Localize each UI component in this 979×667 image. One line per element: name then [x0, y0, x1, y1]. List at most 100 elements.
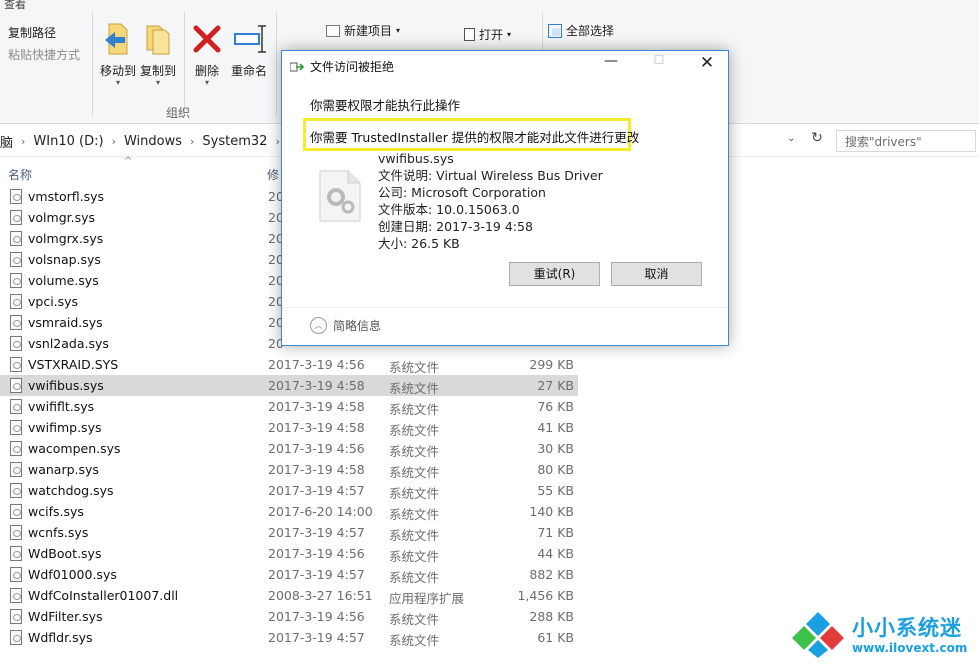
copy-to-button[interactable]: 复制到 ▾	[132, 20, 184, 87]
file-date: 2017-3-19 4:57	[268, 630, 365, 645]
file-row[interactable]: WdfCoInstaller01007.dll2008-3-27 16:51应用…	[0, 585, 578, 606]
file-date: 2017-3-19 4:58	[268, 378, 365, 393]
breadcrumb-chevron-icon[interactable]: ›	[275, 135, 279, 148]
file-date: 2017-3-19 4:57	[268, 483, 365, 498]
copy-to-label: 复制到	[140, 64, 176, 78]
move-to-icon	[101, 20, 135, 58]
dialog-permission-message: 你需要 TrustedInstaller 提供的权限才能对此文件进行更改	[310, 127, 639, 146]
file-name: volmgr.sys	[28, 210, 95, 225]
file-row[interactable]: wacompen.sys2017-3-19 4:56系统文件30 KB	[0, 438, 578, 459]
dropdown-arrow-icon: ▾	[181, 79, 233, 87]
breadcrumb-item[interactable]: WIn10 (D:)	[33, 134, 103, 149]
dropdown-arrow-icon: ▾	[396, 26, 400, 35]
maximize-button[interactable]: ☐	[644, 53, 674, 77]
move-to-label: 移动到	[100, 64, 136, 78]
ribbon-tab-view[interactable]: 查看	[4, 0, 26, 12]
system-file-icon	[10, 588, 22, 603]
open-button[interactable]: 打开 ▾	[464, 26, 511, 43]
file-row[interactable]: vwifibus.sys2017-3-19 4:58系统文件27 KB	[0, 375, 578, 396]
copy-path-button[interactable]: 复制路径	[8, 24, 56, 41]
file-row[interactable]: wanarp.sys2017-3-19 4:58系统文件80 KB	[0, 459, 578, 480]
file-size: 61 KB	[480, 630, 574, 645]
system-file-icon	[10, 252, 22, 267]
system-file-icon	[10, 357, 22, 372]
paste-shortcut-button[interactable]: 粘贴快捷方式	[8, 46, 80, 63]
file-size: 55 KB	[480, 483, 574, 498]
open-label: 打开	[479, 26, 503, 43]
file-date: 2017-6-20 14:00	[268, 504, 373, 519]
minimize-button[interactable]: —	[596, 53, 626, 77]
system-file-icon	[10, 441, 22, 456]
file-row[interactable]: VSTXRAID.SYS2017-3-19 4:56系统文件299 KB	[0, 354, 578, 375]
column-name[interactable]: 名称	[8, 166, 32, 183]
file-row[interactable]: wcnfs.sys2017-3-19 4:57系统文件71 KB	[0, 522, 578, 543]
address-history-chevron-icon[interactable]: ⌄	[787, 133, 795, 144]
file-row[interactable]: Wdfldr.sys2017-3-19 4:57系统文件61 KB	[0, 627, 578, 648]
file-name: vwififlt.sys	[28, 399, 94, 414]
file-date: 2017-3-19 4:58	[268, 420, 365, 435]
search-input[interactable]: 搜索"drivers"	[836, 130, 976, 152]
file-name: wanarp.sys	[28, 462, 99, 477]
brief-info-label: 简略信息	[333, 317, 381, 334]
system-file-icon	[10, 210, 22, 225]
file-name: VSTXRAID.SYS	[28, 357, 118, 372]
close-button[interactable]: ✕	[692, 53, 722, 77]
file-name: WdFilter.sys	[28, 609, 103, 624]
brief-info-toggle[interactable]: ︿ 简略信息	[310, 317, 381, 334]
system-file-icon	[10, 567, 22, 582]
file-date: 2017-3-19 4:57	[268, 525, 365, 540]
file-size: 140 KB	[480, 504, 574, 519]
delete-x-icon	[190, 20, 224, 58]
file-detail-created: 创建日期: 2017-3-19 4:58	[378, 218, 603, 235]
refresh-icon[interactable]: ↻	[806, 130, 828, 150]
breadcrumb-item[interactable]: System32	[202, 134, 267, 149]
watermark: 小小系统迷 www.ilovext.com	[790, 604, 976, 662]
file-date: 2017-3-19 4:56	[268, 357, 365, 372]
file-size: 288 KB	[480, 609, 574, 624]
file-row[interactable]: Wdf01000.sys2017-3-19 4:57系统文件882 KB	[0, 564, 578, 585]
system-file-icon	[10, 294, 22, 309]
breadcrumb-item[interactable]: Windows	[124, 134, 182, 149]
rename-button[interactable]: 重命名	[223, 20, 275, 79]
file-row[interactable]: vwififlt.sys2017-3-19 4:58系统文件76 KB	[0, 396, 578, 417]
file-name: Wdf01000.sys	[28, 567, 117, 582]
file-date: 2017-3-19 4:56	[268, 609, 365, 624]
file-type: 系统文件	[389, 462, 439, 481]
ribbon-separator	[276, 12, 277, 116]
file-name: vwifimp.sys	[28, 420, 101, 435]
file-name: vpci.sys	[28, 294, 78, 309]
select-all-button[interactable]: 全部选择	[548, 22, 614, 39]
file-row[interactable]: WdFilter.sys2017-3-19 4:56系统文件288 KB	[0, 606, 578, 627]
file-name: WdfCoInstaller01007.dll	[28, 588, 178, 603]
file-size: 299 KB	[480, 357, 574, 372]
breadcrumb-item[interactable]: 脑	[0, 132, 13, 151]
file-type: 系统文件	[389, 378, 439, 397]
breadcrumb-chevron-icon[interactable]: ›	[190, 135, 194, 148]
file-row[interactable]: vwifimp.sys2017-3-19 4:58系统文件41 KB	[0, 417, 578, 438]
file-detail-description: 文件说明: Virtual Wireless Bus Driver	[378, 167, 603, 184]
new-item-button[interactable]: 新建项目 ▾	[326, 22, 400, 39]
file-row[interactable]: WdBoot.sys2017-3-19 4:56系统文件44 KB	[0, 543, 578, 564]
column-date[interactable]: 修	[267, 166, 279, 183]
cancel-button[interactable]: 取消	[611, 262, 702, 286]
file-row[interactable]: watchdog.sys2017-3-19 4:57系统文件55 KB	[0, 480, 578, 501]
file-date: 2008-3-27 16:51	[268, 588, 373, 603]
file-row[interactable]: wcifs.sys2017-6-20 14:00系统文件140 KB	[0, 501, 578, 522]
file-date: 2017-3-19 4:58	[268, 462, 365, 477]
breadcrumb-chevron-icon[interactable]: ›	[21, 135, 25, 148]
file-detail-name: vwifibus.sys	[378, 150, 603, 167]
divider	[282, 307, 728, 308]
retry-button[interactable]: 重试(R)	[509, 262, 600, 286]
file-type: 系统文件	[389, 441, 439, 460]
breadcrumb-chevron-icon[interactable]: ›	[112, 135, 116, 148]
file-type: 系统文件	[389, 567, 439, 586]
file-name: volmgrx.sys	[28, 231, 103, 246]
file-name: watchdog.sys	[28, 483, 114, 498]
file-size: 30 KB	[480, 441, 574, 456]
group-label-organize: 组织	[166, 104, 190, 121]
system-file-icon	[10, 609, 22, 624]
system-file-icon	[10, 630, 22, 645]
system-file-icon	[10, 273, 22, 288]
system-file-icon	[10, 378, 22, 393]
file-name: vsmraid.sys	[28, 315, 103, 330]
